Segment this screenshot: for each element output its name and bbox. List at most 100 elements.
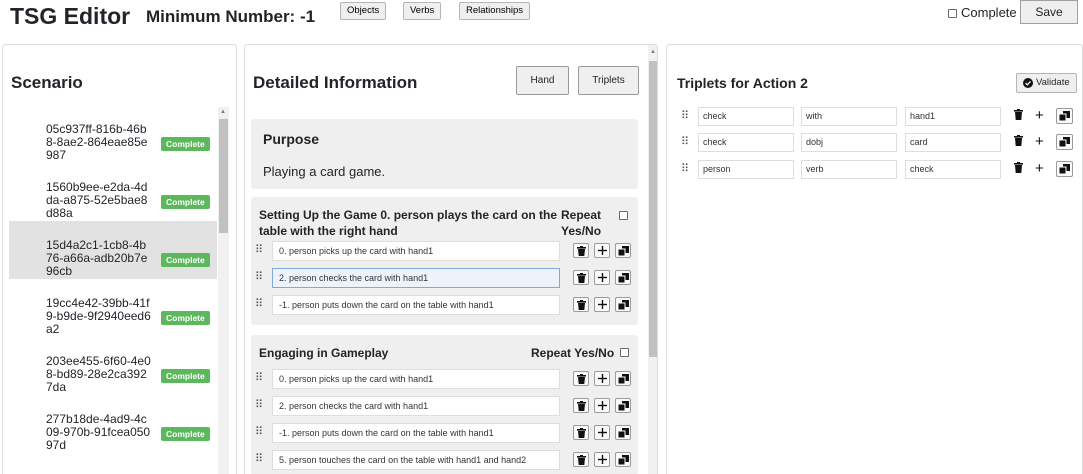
triplet-object-input[interactable]: card xyxy=(905,133,1001,152)
triplet-relation-input[interactable]: dobj xyxy=(801,133,897,152)
scenario-item[interactable]: 203ee455-6f60-4e08-bd89-28e2ca3927da Com… xyxy=(9,337,217,395)
scenario-id: 15d4a2c1-1cb8-4b76-a66a-adb20b7e96cb xyxy=(46,238,148,278)
scenario-id: 19cc4e42-39bb-41f9-b9de-9f2940eed6a2 xyxy=(46,296,151,336)
action-row: 5. person touches the card on the table … xyxy=(251,450,638,470)
drag-handle-icon[interactable] xyxy=(681,163,689,175)
delete-icon[interactable] xyxy=(573,270,589,285)
drag-handle-icon[interactable] xyxy=(255,298,263,310)
drag-handle-icon[interactable] xyxy=(255,244,263,256)
status-badge: Complete xyxy=(161,427,210,441)
delete-icon[interactable] xyxy=(573,398,589,413)
drag-handle-icon[interactable] xyxy=(681,136,689,148)
complete-label: Complete xyxy=(961,5,1017,20)
triplet-subject-input[interactable]: check xyxy=(698,107,794,126)
step-card: Engaging in Gameplay Repeat Yes/No 0. pe… xyxy=(251,335,638,474)
drag-handle-icon[interactable] xyxy=(255,453,263,465)
add-triplet-icon[interactable]: + xyxy=(1035,133,1044,151)
scenario-panel: Scenario 05c937ff-816b-46b8-8ae2-864eae8… xyxy=(2,44,237,474)
delete-icon[interactable] xyxy=(1014,162,1023,173)
action-input-focused[interactable]: 2. person checks the card with hand1 xyxy=(272,268,560,288)
delete-icon[interactable] xyxy=(573,243,589,258)
scenario-item[interactable]: 1560b9ee-e2da-4dda-a875-52e5bae8d88a Com… xyxy=(9,163,217,221)
relationships-button[interactable]: Relationships xyxy=(459,2,531,20)
triplets-button[interactable]: Triplets xyxy=(578,66,639,95)
repeat-checkbox[interactable] xyxy=(619,211,628,220)
copy-icon[interactable] xyxy=(615,243,631,258)
copy-icon[interactable] xyxy=(615,398,631,413)
check-circle-icon xyxy=(1023,78,1033,88)
scroll-up-arrow-icon[interactable]: ▲ xyxy=(650,49,656,55)
drag-handle-icon[interactable] xyxy=(255,271,263,283)
detail-title: Detailed Information xyxy=(253,73,418,92)
plus-icon[interactable] xyxy=(594,371,610,386)
triplet-object-input[interactable]: hand1 xyxy=(905,107,1001,126)
copy-icon[interactable] xyxy=(615,297,631,312)
scenario-id: 05c937ff-816b-46b8-8ae2-864eae85e987 xyxy=(46,122,148,162)
action-input[interactable]: 0. person picks up the card with hand1 xyxy=(272,369,560,389)
copy-icon[interactable] xyxy=(1056,108,1073,124)
save-button[interactable]: Save xyxy=(1020,0,1078,24)
repeat-checkbox[interactable] xyxy=(620,348,629,357)
copy-icon[interactable] xyxy=(615,270,631,285)
add-triplet-icon[interactable]: + xyxy=(1035,160,1044,178)
action-row: 2. person checks the card with hand1 xyxy=(251,268,638,288)
scenario-list[interactable]: 05c937ff-816b-46b8-8ae2-864eae85e987 Com… xyxy=(9,105,217,453)
complete-toggle[interactable]: Complete xyxy=(948,6,1017,20)
scenario-scrollbar-thumb[interactable] xyxy=(219,119,228,233)
scenario-item[interactable]: 277b18de-4ad9-4c09-970b-91fcea05097d Com… xyxy=(9,395,217,453)
action-input[interactable]: 5. person touches the card on the table … xyxy=(272,450,560,470)
triplet-relation-input[interactable]: verb xyxy=(801,160,897,179)
complete-checkbox[interactable] xyxy=(948,8,957,18)
triplet-object-input[interactable]: check xyxy=(905,160,1001,179)
copy-icon[interactable] xyxy=(1056,161,1073,177)
action-input[interactable]: -1. person puts down the card on the tab… xyxy=(272,295,560,315)
action-row: 0. person picks up the card with hand1 xyxy=(251,241,638,261)
action-input[interactable]: 0. person picks up the card with hand1 xyxy=(272,241,560,261)
scroll-up-arrow-icon[interactable]: ▲ xyxy=(220,109,226,115)
drag-handle-icon[interactable] xyxy=(255,399,263,411)
add-triplet-icon[interactable]: + xyxy=(1035,107,1044,125)
copy-icon[interactable] xyxy=(615,452,631,467)
scenario-item[interactable]: 19cc4e42-39bb-41f9-b9de-9f2940eed6a2 Com… xyxy=(9,279,217,337)
plus-icon[interactable] xyxy=(594,270,610,285)
plus-icon[interactable] xyxy=(594,243,610,258)
validate-button[interactable]: Validate xyxy=(1016,73,1077,93)
scenario-title: Scenario xyxy=(11,73,83,92)
scenario-scrollbar[interactable]: ▲ xyxy=(218,107,229,474)
delete-icon[interactable] xyxy=(573,297,589,312)
action-input[interactable]: -1. person puts down the card on the tab… xyxy=(272,423,560,443)
copy-icon[interactable] xyxy=(615,425,631,440)
copy-icon[interactable] xyxy=(1056,134,1073,150)
delete-icon[interactable] xyxy=(1014,135,1023,146)
plus-icon[interactable] xyxy=(594,297,610,312)
triplet-subject-input[interactable]: check xyxy=(698,133,794,152)
plus-icon[interactable] xyxy=(594,425,610,440)
objects-button[interactable]: Objects xyxy=(340,2,387,20)
plus-icon[interactable] xyxy=(594,398,610,413)
triplet-row: check dobj card + xyxy=(667,133,1082,153)
plus-icon[interactable] xyxy=(594,452,610,467)
detail-scrollbar-thumb[interactable] xyxy=(649,61,657,357)
detail-scrollbar[interactable]: ▲ xyxy=(648,45,657,474)
scenario-item-selected[interactable]: 15d4a2c1-1cb8-4b76-a66a-adb20b7e96cb Com… xyxy=(9,221,217,279)
delete-icon[interactable] xyxy=(573,452,589,467)
repeat-label: Repeat Yes/No xyxy=(531,346,615,360)
copy-icon[interactable] xyxy=(615,371,631,386)
triplet-relation-input[interactable]: with xyxy=(801,107,897,126)
action-row: -1. person puts down the card on the tab… xyxy=(251,295,638,315)
drag-handle-icon[interactable] xyxy=(255,426,263,438)
action-row: 2. person checks the card with hand1 xyxy=(251,396,638,416)
action-row: 0. person picks up the card with hand1 xyxy=(251,369,638,389)
verbs-button[interactable]: Verbs xyxy=(403,2,442,20)
drag-handle-icon[interactable] xyxy=(681,110,689,122)
hand-button[interactable]: Hand xyxy=(516,66,569,95)
scenario-id: 277b18de-4ad9-4c09-970b-91fcea05097d xyxy=(46,412,151,452)
action-input[interactable]: 2. person checks the card with hand1 xyxy=(272,396,560,416)
scenario-item[interactable]: 05c937ff-816b-46b8-8ae2-864eae85e987 Com… xyxy=(9,105,217,163)
delete-icon[interactable] xyxy=(573,371,589,386)
delete-icon[interactable] xyxy=(573,425,589,440)
drag-handle-icon[interactable] xyxy=(255,372,263,384)
status-badge: Complete xyxy=(161,311,210,325)
delete-icon[interactable] xyxy=(1014,109,1023,120)
triplet-subject-input[interactable]: person xyxy=(698,160,794,179)
